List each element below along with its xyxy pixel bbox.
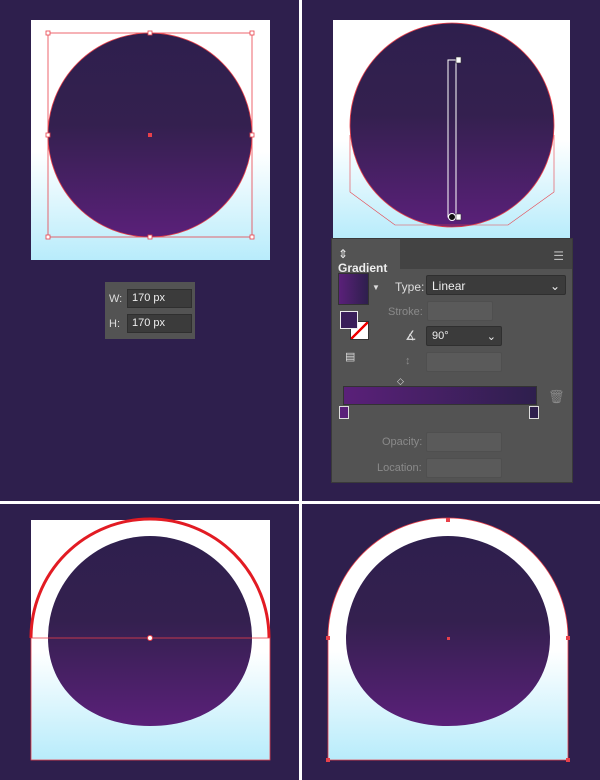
type-label: Type:	[395, 280, 425, 294]
tab-gradient[interactable]: ⇕ Gradient	[332, 239, 400, 275]
gradient-panel: ⇕ Gradient ☰ ▼ ▤ Type: Linear ⌄ Stroke: ∡…	[331, 238, 573, 483]
fill-stroke-swatch[interactable]	[340, 311, 370, 341]
width-label: W:	[109, 292, 123, 305]
aspect-ratio-icon: ↕	[405, 355, 411, 367]
gradient-stop-right[interactable]	[529, 406, 539, 419]
reverse-gradient-icon[interactable]: ▤	[345, 350, 355, 363]
chevron-down-icon: ⌄	[486, 331, 496, 343]
updown-chevron-icon: ⇕	[338, 247, 349, 261]
stroke-options	[427, 301, 493, 321]
aspect-ratio-field	[426, 352, 502, 372]
gradient-stop-left[interactable]	[339, 406, 349, 419]
gradient-swatch[interactable]	[338, 273, 369, 305]
angle-icon: ∡	[405, 328, 417, 343]
opacity-field	[426, 432, 502, 452]
gradient-origin-handle[interactable]	[448, 213, 456, 221]
angle-field[interactable]: 90° ⌄	[426, 326, 502, 346]
trash-icon[interactable]: 🗑	[548, 389, 565, 405]
gradient-stop-handle[interactable]	[455, 213, 462, 221]
height-field[interactable]: 170 px	[127, 314, 192, 333]
height-label: H:	[109, 317, 120, 330]
circle-shape[interactable]	[349, 22, 555, 228]
location-field	[426, 458, 502, 478]
hamburger-menu-icon[interactable]: ☰	[553, 249, 564, 263]
type-select[interactable]: Linear ⌄	[426, 275, 566, 295]
center-point	[148, 133, 152, 137]
width-field[interactable]: 170 px	[127, 289, 192, 308]
opacity-label: Opacity:	[382, 436, 423, 448]
dropdown-arrow-icon[interactable]: ▼	[372, 283, 380, 292]
chevron-down-icon: ⌄	[549, 279, 560, 293]
divider-vertical	[299, 0, 302, 780]
location-label: Location:	[377, 462, 422, 474]
gradient-slider[interactable]	[343, 386, 537, 405]
stroke-label: Stroke:	[388, 306, 423, 318]
center-point	[147, 635, 153, 641]
gradient-stop-handle[interactable]	[455, 56, 462, 64]
transform-size-panel: W: 170 px H: 170 px	[105, 282, 195, 339]
